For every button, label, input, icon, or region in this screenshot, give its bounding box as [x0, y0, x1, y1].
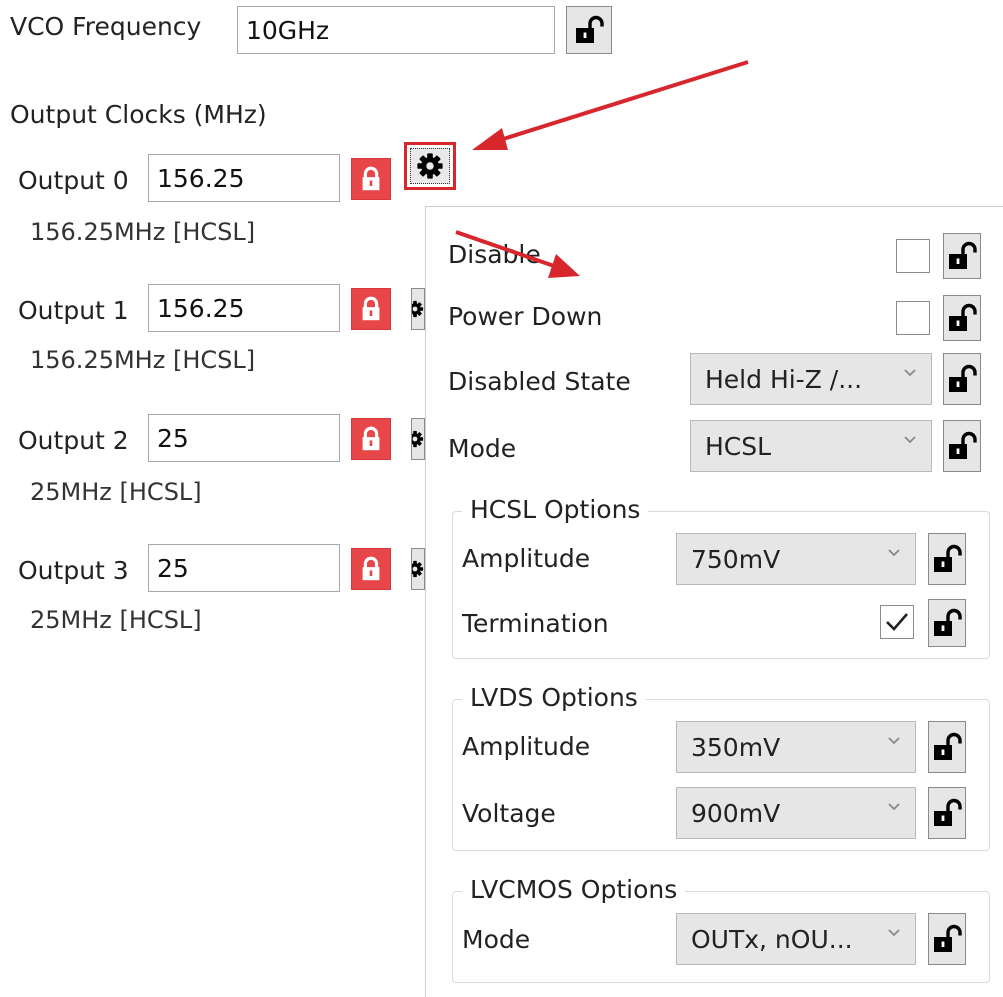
output-clocks-heading: Output Clocks (MHz) — [10, 100, 267, 129]
lock-icon — [357, 425, 385, 453]
power-down-lock-button[interactable] — [943, 295, 981, 341]
lvds-amplitude-dropdown[interactable]: 350mV — [676, 721, 916, 773]
chevron-down-icon — [887, 548, 901, 558]
hcsl-amplitude-value: 750mV — [691, 544, 781, 574]
hcsl-termination-checkbox[interactable] — [880, 605, 914, 639]
output-0-label: Output 0 — [18, 166, 129, 195]
unlock-icon — [932, 798, 962, 828]
mode-label: Mode — [448, 434, 517, 463]
hcsl-amplitude-dropdown[interactable]: 750mV — [676, 533, 916, 585]
unlock-icon — [947, 303, 977, 333]
lvds-voltage-dropdown[interactable]: 900mV — [676, 787, 916, 839]
lvds-amplitude-label: Amplitude — [462, 732, 591, 761]
lvcmos-mode-label: Mode — [462, 925, 531, 954]
gear-icon — [411, 425, 424, 453]
disabled-state-value: Held Hi-Z /... — [705, 364, 863, 394]
gear-icon — [411, 555, 424, 583]
lvcmos-mode-dropdown[interactable]: OUTx, nOU... — [676, 913, 916, 965]
chevron-down-icon — [903, 368, 917, 378]
output-0-settings-button[interactable] — [404, 142, 456, 190]
hcsl-termination-lock-button[interactable] — [928, 599, 966, 647]
unlock-icon — [932, 608, 962, 638]
lock-icon — [357, 295, 385, 323]
lvds-options-title: LVDS Options — [462, 683, 646, 712]
lvds-voltage-value: 900mV — [691, 798, 781, 828]
unlock-icon — [947, 364, 977, 394]
output-1-lock-button[interactable] — [351, 288, 391, 330]
power-down-label: Power Down — [448, 302, 603, 331]
mode-lock-button[interactable] — [943, 420, 981, 472]
vco-lock-button[interactable] — [566, 6, 612, 54]
chevron-down-icon — [887, 802, 901, 812]
gear-icon — [416, 152, 444, 180]
output-1-settings-button[interactable] — [411, 288, 425, 330]
chevron-down-icon — [887, 736, 901, 746]
unlock-icon — [947, 431, 977, 461]
unlock-icon — [947, 241, 977, 271]
output-2-label: Output 2 — [18, 426, 129, 455]
disable-label: Disable — [448, 240, 541, 269]
disable-lock-button[interactable] — [943, 233, 981, 279]
arrow-to-settings-icon — [472, 60, 749, 150]
output-2-settings-button[interactable] — [411, 418, 425, 460]
output-2-input[interactable]: 25 — [148, 414, 340, 462]
output-2-lock-button[interactable] — [351, 418, 391, 460]
lvcmos-options-title: LVCMOS Options — [462, 875, 686, 904]
output-1-label: Output 1 — [18, 296, 129, 325]
output-2-summary: 25MHz [HCSL] — [30, 478, 202, 506]
lock-icon — [357, 165, 385, 193]
disabled-state-lock-button[interactable] — [943, 353, 981, 405]
mode-dropdown[interactable]: HCSL — [690, 420, 932, 472]
lvds-voltage-lock-button[interactable] — [928, 787, 966, 839]
disabled-state-dropdown[interactable]: Held Hi-Z /... — [690, 353, 932, 405]
checkmark-icon — [886, 613, 908, 631]
vco-frequency-input[interactable]: 10GHz — [237, 6, 555, 54]
hcsl-amplitude-label: Amplitude — [462, 544, 591, 573]
output-settings-popup: Disable Power Down Disabled State Held H… — [425, 206, 1003, 997]
hcsl-termination-label: Termination — [462, 609, 609, 638]
output-0-input[interactable]: 156.25 — [148, 154, 340, 202]
unlock-icon — [932, 544, 962, 574]
output-3-input[interactable]: 25 — [148, 544, 340, 592]
chevron-down-icon — [903, 435, 917, 445]
lock-icon — [357, 555, 385, 583]
disable-checkbox[interactable] — [896, 239, 930, 273]
output-3-label: Output 3 — [18, 556, 129, 585]
hcsl-amplitude-lock-button[interactable] — [928, 533, 966, 585]
vco-frequency-label: VCO Frequency — [10, 12, 202, 41]
lvcmos-mode-value: OUTx, nOU... — [691, 924, 853, 954]
disabled-state-label: Disabled State — [448, 367, 631, 396]
mode-value: HCSL — [705, 431, 772, 461]
output-1-summary: 156.25MHz [HCSL] — [30, 346, 256, 374]
output-3-settings-button[interactable] — [411, 548, 425, 590]
output-0-summary: 156.25MHz [HCSL] — [30, 218, 256, 246]
output-3-lock-button[interactable] — [351, 548, 391, 590]
unlock-icon — [574, 15, 604, 45]
output-3-summary: 25MHz [HCSL] — [30, 606, 202, 634]
output-0-lock-button[interactable] — [351, 158, 391, 200]
output-1-input[interactable]: 156.25 — [148, 284, 340, 332]
lvds-voltage-label: Voltage — [462, 799, 556, 828]
hcsl-options-title: HCSL Options — [462, 495, 649, 524]
lvds-amplitude-lock-button[interactable] — [928, 721, 966, 773]
gear-icon-frame — [410, 148, 450, 184]
lvds-amplitude-value: 350mV — [691, 732, 781, 762]
gear-icon — [411, 295, 424, 323]
unlock-icon — [932, 732, 962, 762]
chevron-down-icon — [887, 928, 901, 938]
lvcmos-mode-lock-button[interactable] — [928, 913, 966, 965]
power-down-checkbox[interactable] — [896, 301, 930, 335]
unlock-icon — [932, 924, 962, 954]
